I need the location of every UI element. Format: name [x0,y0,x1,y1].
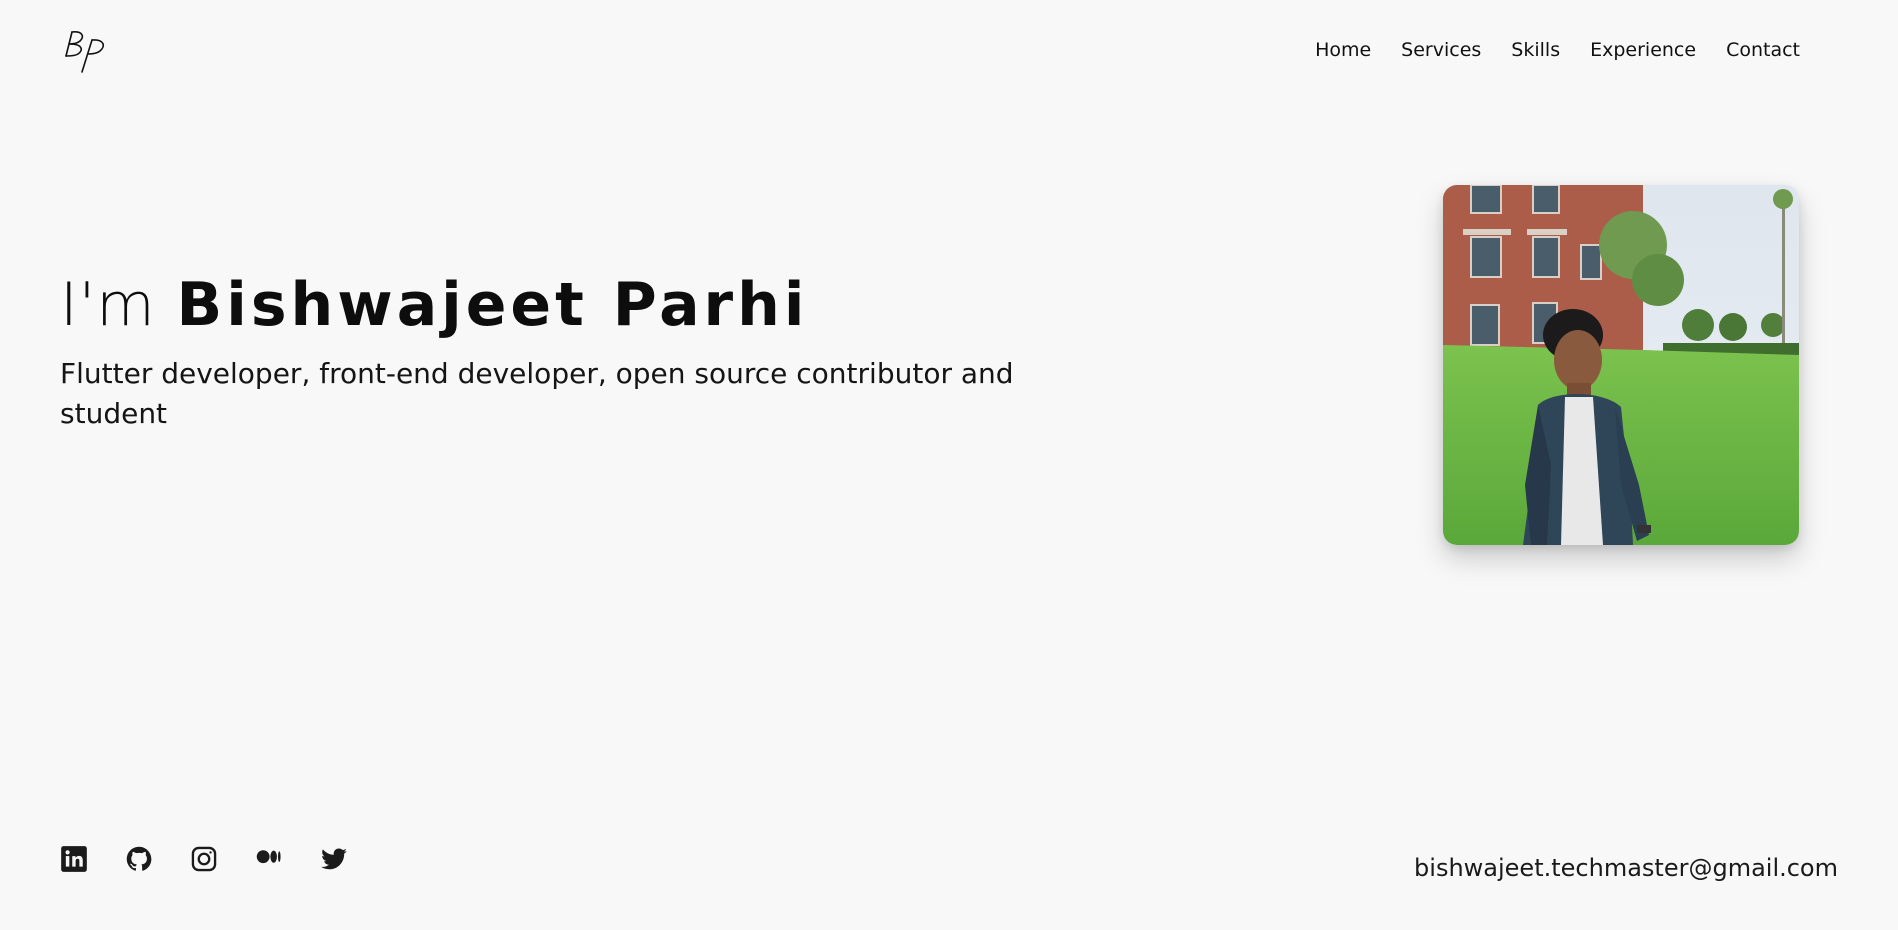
hero-intro: I'm [60,270,156,340]
contact-email-link[interactable]: bishwajeet.techmaster@gmail.com [1414,852,1838,884]
nav-skills[interactable]: Skills [1511,38,1560,62]
twitter-icon[interactable] [320,845,348,873]
nav-services[interactable]: Services [1401,38,1481,62]
bp-monogram-logo[interactable] [62,28,114,76]
profile-photo [1443,185,1799,545]
linkedin-icon[interactable] [60,845,88,873]
instagram-icon[interactable] [190,845,218,873]
nav-experience[interactable]: Experience [1590,38,1696,62]
hero-subtitle: Flutter developer, front-end developer, … [60,357,1014,430]
hero-name: Bishwajeet Parhi [176,270,809,340]
nav-contact[interactable]: Contact [1726,38,1800,62]
hero-title: I'm Bishwajeet Parhi [60,268,808,342]
main-nav: Home Services Skills Experience Contact [1315,38,1800,62]
medium-icon[interactable] [255,845,283,873]
nav-home[interactable]: Home [1315,38,1371,62]
github-icon[interactable] [125,845,153,873]
social-links [60,845,348,873]
